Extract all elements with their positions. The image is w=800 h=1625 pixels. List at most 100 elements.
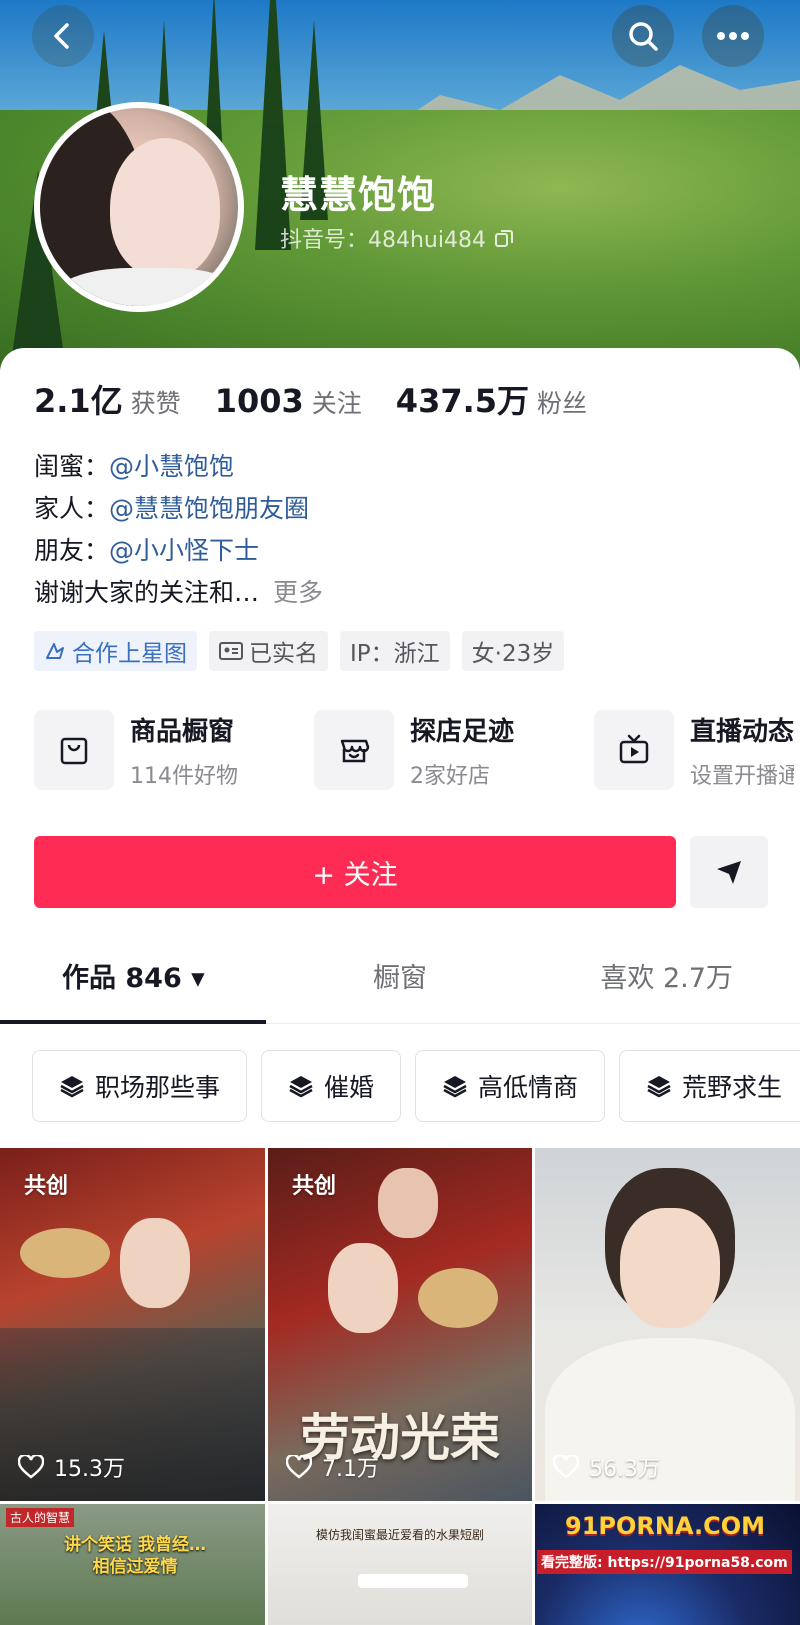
- stat-label: 粉丝: [537, 389, 588, 418]
- video-likes-count: 56.3万: [589, 1457, 660, 1482]
- stat-number: 2.1亿: [34, 382, 123, 420]
- avatar-face: [110, 138, 220, 278]
- video-tile[interactable]: 模仿我闺蜜最近爱看的水果短剧: [268, 1504, 532, 1625]
- video-tile[interactable]: 共创 劳动光荣 7.1万: [268, 1148, 532, 1501]
- tag-verified[interactable]: 已实名: [209, 631, 328, 671]
- video-watermark: 91PORNA.COM: [565, 1512, 765, 1540]
- bio-label: 闺蜜：: [34, 452, 110, 481]
- collection-chip-label: 催婚: [324, 1073, 375, 1102]
- bio-text: 谢谢大家的关注和…: [34, 578, 260, 607]
- video-likes-count: 7.1万: [322, 1457, 379, 1482]
- video-thumb-shape: [20, 1228, 110, 1278]
- video-badge: 共创: [292, 1174, 337, 1199]
- tab-active-indicator: [0, 1020, 266, 1024]
- tag-text: IP：浙江: [350, 641, 440, 667]
- feature-store-visits[interactable]: 探店足迹 2家好店: [314, 710, 594, 790]
- video-likes: 7.1万: [286, 1451, 379, 1483]
- layers-icon: [647, 1076, 671, 1098]
- feature-shop-window[interactable]: 商品橱窗 114件好物: [34, 710, 314, 790]
- more-button[interactable]: [702, 5, 764, 67]
- collection-chip-label: 职场那些事: [95, 1073, 221, 1102]
- video-tile[interactable]: 56.3万: [535, 1148, 800, 1501]
- layers-icon: [60, 1076, 84, 1098]
- feature-text: 商品橱窗 114件好物: [130, 711, 238, 790]
- stat-followers[interactable]: 437.5万 粉丝: [396, 376, 587, 422]
- search-button[interactable]: [612, 5, 674, 67]
- profile-tags: 合作上星图 已实名 IP：浙江 女·23岁: [34, 631, 565, 671]
- copy-icon[interactable]: [494, 228, 514, 248]
- back-button[interactable]: [32, 5, 94, 67]
- feature-title: 直播动态: [690, 716, 794, 747]
- avatar-shirt: [50, 268, 238, 306]
- bio-label: 朋友：: [34, 536, 110, 565]
- collection-chip-label: 高低情商: [478, 1073, 579, 1102]
- heart-outline-icon: [286, 1455, 312, 1479]
- douyin-id-text: 抖音号：484hui484: [280, 228, 486, 253]
- feature-icon-box: [594, 710, 674, 790]
- tab-works[interactable]: 作品 846 ▾: [0, 928, 267, 1023]
- collection-chip[interactable]: 荒野求生: [619, 1050, 800, 1122]
- send-icon: [717, 861, 741, 884]
- stat-following[interactable]: 1003 关注: [215, 382, 362, 420]
- avatar[interactable]: [34, 102, 244, 312]
- feature-entries: 商品橱窗 114件好物 探店足迹 2家好店 直播动态 设置开播通: [34, 710, 794, 790]
- video-likes: 15.3万: [18, 1451, 125, 1483]
- stat-number: 1003: [214, 382, 304, 420]
- douyin-id[interactable]: 抖音号：484hui484: [280, 222, 514, 254]
- tag-gender-age: 女·23岁: [461, 631, 565, 671]
- follow-button[interactable]: + 关注: [34, 836, 676, 908]
- stat-likes[interactable]: 2.1亿 获赞: [34, 376, 181, 422]
- id-card-icon: [219, 642, 243, 660]
- star-chart-icon: [46, 643, 64, 659]
- video-tile[interactable]: 共创 15.3万: [0, 1148, 265, 1501]
- tab-shop-window[interactable]: 橱窗: [267, 928, 534, 1023]
- video-tile[interactable]: 91PORNA.COM 看完整版: https://91porna58.com: [535, 1504, 800, 1625]
- stat-label: 关注: [311, 389, 362, 418]
- video-caption-tag: 古人的智慧: [6, 1508, 75, 1527]
- collection-chips: 职场那些事 催婚 高低情商 荒野求生: [32, 1050, 800, 1122]
- heart-outline-icon: [18, 1455, 44, 1479]
- video-badge: 共创: [24, 1174, 69, 1199]
- tag-xingtu[interactable]: 合作上星图: [34, 631, 197, 671]
- video-thumb-shape: [358, 1574, 468, 1588]
- stat-number: 437.5万: [395, 382, 530, 420]
- feature-icon-box: [314, 710, 394, 790]
- bio-line: 谢谢大家的关注和… 更多: [34, 572, 323, 614]
- content-tabs: 作品 846 ▾ 橱窗 喜欢 2.7万: [0, 928, 800, 1024]
- more-horizontal-icon: [717, 32, 749, 40]
- feature-subtitle: 114件好物: [130, 763, 238, 789]
- tag-text: 已实名: [249, 641, 318, 667]
- collection-chip[interactable]: 高低情商: [415, 1050, 606, 1122]
- collection-chip-label: 荒野求生: [682, 1073, 783, 1102]
- video-thumb-shape: [120, 1218, 190, 1308]
- feature-live[interactable]: 直播动态 设置开播通: [594, 710, 794, 790]
- heart-outline-icon: [553, 1455, 579, 1479]
- feature-text: 直播动态 设置开播通: [690, 711, 794, 790]
- bio-line: 闺蜜： @小慧饱饱: [34, 446, 323, 488]
- collection-chip[interactable]: 职场那些事: [32, 1050, 248, 1122]
- bio-mention[interactable]: @慧慧饱饱朋友圈: [109, 488, 309, 530]
- profile-nickname: 慧慧饱饱: [280, 173, 437, 217]
- chevron-left-icon: [54, 23, 69, 49]
- tag-ip: IP：浙江: [340, 631, 450, 671]
- bio-mention[interactable]: @小慧饱饱: [109, 446, 234, 488]
- tag-text: 合作上星图: [72, 641, 187, 667]
- bio-line: 朋友： @小小怪下士: [34, 530, 323, 572]
- tab-likes[interactable]: 喜欢 2.7万: [533, 928, 800, 1023]
- shopping-bag-icon: [60, 737, 88, 765]
- collection-chip[interactable]: 催婚: [261, 1050, 402, 1122]
- video-tile[interactable]: 古人的智慧 讲个笑话 我曾经… 相信过爱情: [0, 1504, 265, 1625]
- store-icon: [340, 739, 370, 763]
- share-button[interactable]: [690, 836, 768, 908]
- video-thumb-shape: [328, 1243, 398, 1333]
- video-thumb-shape: [378, 1168, 438, 1238]
- layers-icon: [443, 1076, 467, 1098]
- bio: 闺蜜： @小慧饱饱 家人： @慧慧饱饱朋友圈 朋友： @小小怪下士 谢谢大家的关…: [34, 446, 323, 614]
- search-icon: [629, 22, 658, 51]
- bio-more-link[interactable]: 更多: [273, 572, 323, 614]
- layers-icon: [289, 1076, 313, 1098]
- bio-mention[interactable]: @小小怪下士: [109, 530, 259, 572]
- feature-subtitle: 设置开播通: [690, 763, 794, 789]
- feature-title: 探店足迹: [410, 716, 515, 747]
- video-likes-count: 15.3万: [54, 1457, 125, 1482]
